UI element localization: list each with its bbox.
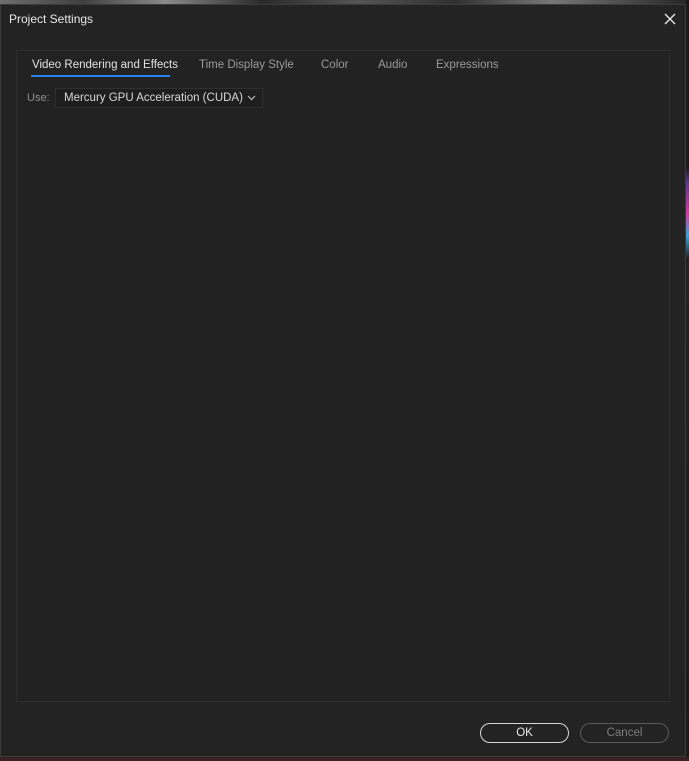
active-tab-indicator: [31, 75, 170, 77]
dialog-titlebar: Project Settings: [1, 5, 685, 34]
renderer-dropdown[interactable]: Mercury GPU Acceleration (CUDA): [55, 88, 263, 108]
tab-expressions[interactable]: Expressions: [436, 59, 499, 71]
chevron-down-icon: [247, 94, 256, 102]
renderer-selected-value: Mercury GPU Acceleration (CUDA): [64, 92, 243, 104]
project-settings-dialog: Project Settings Video Rendering and Eff…: [0, 4, 686, 757]
renderer-label: Use:: [27, 92, 50, 104]
ok-button[interactable]: OK: [480, 723, 569, 743]
close-button[interactable]: [659, 8, 681, 30]
dialog-title: Project Settings: [9, 12, 94, 26]
tab-time-display-style[interactable]: Time Display Style: [199, 59, 294, 71]
background-app-bottom: [0, 757, 689, 761]
tab-color[interactable]: Color: [321, 59, 348, 71]
tab-bar: Video Rendering and Effects Time Display…: [17, 51, 669, 81]
tab-audio[interactable]: Audio: [378, 59, 407, 71]
cancel-button[interactable]: Cancel: [580, 723, 669, 743]
close-icon: [664, 13, 676, 25]
tab-video-rendering-and-effects[interactable]: Video Rendering and Effects: [32, 59, 178, 71]
settings-panel: Video Rendering and Effects Time Display…: [16, 50, 670, 702]
